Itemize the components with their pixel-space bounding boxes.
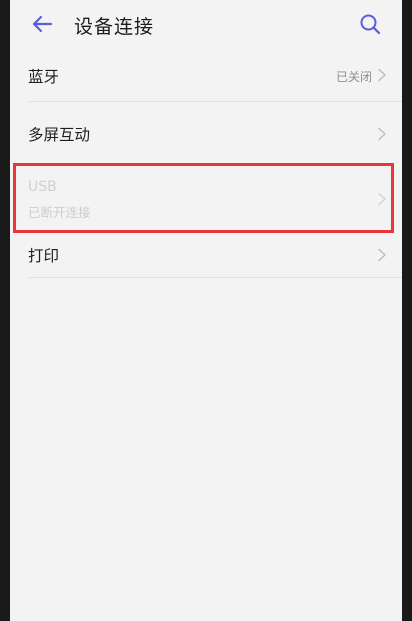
settings-list: 蓝牙 已关闭 bbox=[10, 48, 402, 102]
header-bar: 设备连接 bbox=[10, 0, 402, 48]
usb-label: USB bbox=[28, 179, 57, 195]
usb-status: 已断开连接 bbox=[28, 205, 91, 220]
bluetooth-row[interactable]: 蓝牙 已关闭 bbox=[10, 48, 402, 102]
multi-screen-label: 多屏互动 bbox=[28, 126, 91, 144]
divider bbox=[28, 277, 402, 278]
arrow-left-icon bbox=[32, 15, 53, 33]
chevron-right-icon bbox=[378, 127, 386, 141]
search-button[interactable] bbox=[356, 10, 384, 38]
chevron-right-icon bbox=[378, 192, 386, 206]
back-button[interactable] bbox=[28, 10, 56, 38]
chevron-right-icon bbox=[378, 248, 386, 262]
page-title: 设备连接 bbox=[74, 16, 155, 38]
usb-row[interactable]: USB 已断开连接 bbox=[10, 168, 402, 228]
search-icon bbox=[360, 14, 381, 35]
multi-screen-row[interactable]: 多屏互动 bbox=[10, 102, 402, 160]
print-row[interactable]: 打印 bbox=[10, 232, 402, 278]
settings-screen: 设备连接 蓝牙 已关闭 多屏互动 USB 已断开连接 打印 bbox=[10, 0, 402, 621]
chevron-right-icon bbox=[378, 68, 386, 82]
print-label: 打印 bbox=[28, 247, 60, 265]
bluetooth-status: 已关闭 bbox=[335, 70, 372, 84]
bluetooth-label: 蓝牙 bbox=[28, 68, 60, 86]
